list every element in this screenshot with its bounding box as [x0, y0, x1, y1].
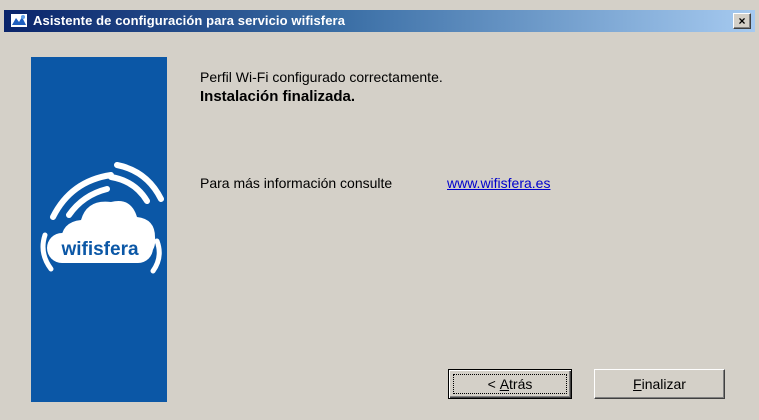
status-finished: Instalación finalizada. [200, 88, 356, 105]
close-button[interactable]: × [733, 13, 751, 29]
back-button[interactable]: < Atrás [448, 369, 572, 399]
close-icon: × [738, 14, 746, 28]
window-title: Asistente de configuración para servicio… [33, 13, 346, 28]
logo-text: wifisfera [60, 239, 139, 260]
wifisfera-logo: wifisfera [40, 162, 164, 274]
wifisfera-banner: wifisfera [31, 57, 167, 402]
finish-button[interactable]: Finalizar [594, 369, 725, 399]
focus-rectangle [453, 374, 567, 394]
title-bar[interactable]: Asistente de configuración para servicio… [4, 10, 755, 32]
status-message: Perfil Wi-Fi configurado correctamente. [200, 69, 443, 85]
finish-label: Finalizar [633, 376, 686, 392]
setup-wizard-icon [11, 14, 27, 27]
info-text: Para más información consulte [200, 175, 393, 191]
website-link[interactable]: www.wifisfera.es [447, 175, 550, 191]
